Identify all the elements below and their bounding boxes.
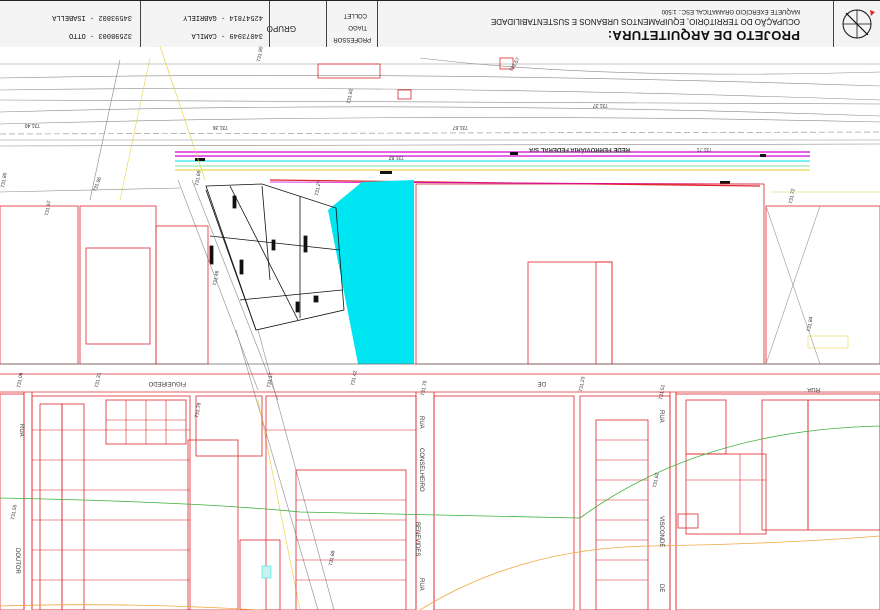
elevation-label: 731.40 (24, 122, 40, 128)
street-label: BENEVIDES (414, 522, 420, 556)
elevation-label: 731.57 (509, 57, 522, 73)
member-1: 34073949 - CAMILA (191, 31, 263, 39)
member-2: 42547814 - GABRIELY (183, 13, 263, 21)
street-label: CONSELHEIRO (418, 448, 424, 492)
professor-surname: COLLET (343, 12, 367, 18)
elevation-label: 731.27 (314, 180, 323, 196)
elevation-label: 731.55 (10, 504, 19, 520)
street-label: FIGUEIREDO (148, 380, 186, 386)
member-3: 32598003 - OTTO (68, 31, 132, 39)
lot-subdivisions (32, 400, 766, 581)
elevation-label: 731.78 (194, 402, 203, 418)
north-arrow-icon (842, 9, 875, 39)
elevation-label: 731.67 (44, 200, 53, 216)
elevation-label: 731.96 (92, 176, 103, 193)
street-label: DE (658, 584, 664, 592)
street-label: RUA (658, 410, 664, 423)
elevation-label: 731.37 (592, 102, 608, 108)
elevation-label: 731.36 (212, 124, 228, 130)
elevation-label: 731.84 (806, 316, 815, 332)
street-label-group: RUA FIGUEIREDO DE RUA CONSELHEIRO BENEVI… (14, 380, 820, 592)
group-label: GRUPO (266, 24, 296, 33)
elevation-label: 731.88 (328, 550, 337, 566)
elevation-label: 731.90 (256, 46, 265, 62)
elevation-label: 731.85 (0, 172, 9, 188)
street-label: RUA (418, 416, 424, 429)
elevation-label: 731.62 (652, 472, 661, 488)
elevation-label: 731.72 (788, 188, 797, 204)
railway-corridor (0, 57, 880, 201)
street-label: VISCONDE (658, 516, 664, 547)
elevation-label: 731.51 (658, 384, 667, 400)
diagonal-road (159, 46, 335, 610)
elevation-label: 731.82 (388, 154, 404, 160)
elevation-label: 731.42 (350, 370, 359, 386)
professor-label: PROFESSOR (333, 36, 371, 42)
rail-yard-right (765, 191, 880, 365)
street-label: DOUTOR (14, 548, 20, 575)
street-label: DE (538, 380, 546, 386)
elevation-label: 731.06 (16, 372, 25, 388)
elevation-label: 731.46 (212, 270, 221, 286)
site-plan: REDE FERROVIÁRIA FEDERAL S/A RUA FIGUEIR… (0, 46, 880, 610)
scale-note: MAQUETE EXERCÍCIO GRAMATICAL ESC.: 1:500 (661, 8, 800, 14)
professor-name: TIAGO (348, 24, 367, 30)
elevation-label: 731.69 (194, 170, 203, 186)
rail-tracks (175, 151, 810, 187)
elevation-label: 731.67 (452, 124, 468, 130)
railway-label: REDE FERROVIÁRIA FEDERAL S/A (528, 146, 630, 153)
small-teal-marker (261, 565, 272, 579)
professor-cell: PROFESSOR TIAGO COLLET (326, 1, 378, 47)
urban-lots (0, 57, 880, 610)
elevation-label: 731.71 (696, 146, 712, 152)
elevation-label: 731.31 (94, 372, 103, 388)
members-cell-b: 32598003 - OTTO 34593802 - ISABELLA (0, 1, 142, 47)
title-block: PROJETO DE ARQUITETURA: OCUPAÇÃO DO TERR… (0, 0, 880, 47)
project-subtitle: OCUPAÇÃO DO TERRITÓRIO, EQUIPAMENTOS URB… (490, 17, 800, 26)
street-label: RUA (807, 386, 820, 392)
elevation-label: 731.75 (420, 380, 429, 396)
member-4: 34593802 - ISABELLA (52, 13, 132, 21)
members-cell-a: 34073949 - CAMILA 42547814 - GABRIELY (140, 1, 270, 47)
north-arrow-cell (833, 1, 880, 47)
elevation-label: 731.23 (578, 376, 587, 392)
street-edges (0, 363, 880, 610)
project-title: PROJETO DE ARQUITETURA: (607, 28, 800, 43)
street-label: RUA (18, 424, 24, 437)
street-label: RUA (418, 578, 424, 591)
